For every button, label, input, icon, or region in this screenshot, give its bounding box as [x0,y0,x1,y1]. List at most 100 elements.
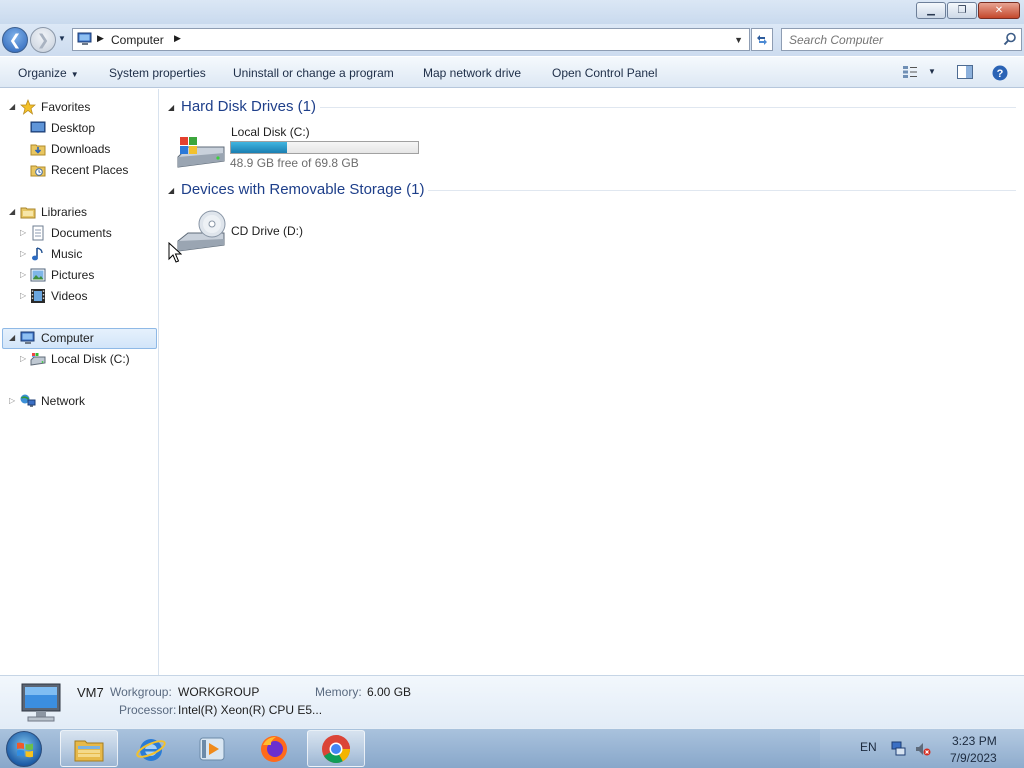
group-divider [428,190,1016,191]
language-indicator[interactable]: EN [860,740,877,754]
workgroup-value: WORKGROUP [178,685,260,699]
collapsed-arrow-icon[interactable]: ▷ [20,249,28,258]
workgroup-label: Workgroup: [110,685,172,699]
drive-item-local-disk[interactable]: Local Disk (C:) 48.9 GB free of 69.8 GB [176,125,436,173]
clock-time[interactable]: 3:23 PM [952,734,997,748]
nav-item-pictures[interactable]: ▷ Pictures [0,265,150,285]
collapsed-arrow-icon[interactable]: ▷ [9,396,17,405]
open-control-panel-button[interactable]: Open Control Panel [552,66,657,80]
nav-label-recent-places: Recent Places [51,163,129,177]
libraries-icon [20,207,36,219]
system-properties-button[interactable]: System properties [109,66,206,80]
clock-date[interactable]: 7/9/2023 [950,751,997,765]
expanded-arrow-icon[interactable]: ◢ [9,207,17,216]
collapse-arrow-icon[interactable]: ◢ [168,103,174,112]
taskbar-firefox-button[interactable] [245,730,303,767]
minimize-button[interactable]: ▁ [916,2,946,19]
change-view-icon[interactable] [902,65,918,79]
recent-pages-dropdown[interactable]: ▼ [58,34,66,43]
taskbar-chrome-button[interactable] [307,730,365,767]
nav-item-desktop[interactable]: Desktop [0,118,150,138]
uninstall-program-button[interactable]: Uninstall or change a program [233,66,394,80]
network-status-icon[interactable] [891,741,907,757]
nav-item-music[interactable]: ▷ Music [0,244,150,264]
volume-muted-icon[interactable] [915,741,931,757]
drive-name-local-disk: Local Disk (C:) [231,125,310,139]
desktop-icon [30,121,46,133]
nav-item-network[interactable]: ▷ Network [0,391,150,411]
expanded-arrow-icon[interactable]: ◢ [9,333,17,342]
nav-item-libraries[interactable]: ◢ Libraries [0,202,150,222]
computer-name: VM7 [77,685,104,700]
nav-label-computer: Computer [41,331,94,345]
preview-pane-icon[interactable] [957,65,973,79]
computer-icon [77,32,92,45]
nav-label-favorites: Favorites [41,100,91,114]
nav-item-downloads[interactable]: Downloads [0,139,150,159]
group-title-removable-storage: Devices with Removable Storage (1) [181,181,425,198]
search-box[interactable] [781,28,1022,51]
disk-usage-bar [230,141,419,154]
nav-item-videos[interactable]: ▷ Videos [0,286,150,306]
nav-item-favorites[interactable]: ◢ Favorites [0,97,150,117]
notification-area: EN 3:23 PM 7/9/2023 [820,729,1024,768]
expanded-arrow-icon[interactable]: ◢ [9,102,17,111]
memory-label: Memory: [315,685,362,699]
organize-button[interactable]: Organize ▼ [18,66,79,80]
mouse-cursor-icon [168,242,182,263]
address-history-dropdown-icon[interactable]: ▼ [734,35,743,45]
nav-label-videos: Videos [51,289,88,303]
nav-label-documents: Documents [51,226,112,240]
breadcrumb-separator-icon[interactable]: ▶ [97,33,104,44]
collapse-arrow-icon[interactable]: ◢ [168,186,174,195]
map-network-drive-button[interactable]: Map network drive [423,66,521,80]
view-options-dropdown-icon[interactable]: ▼ [928,67,936,76]
group-title-hard-disk-drives: Hard Disk Drives (1) [181,98,317,115]
collapsed-arrow-icon[interactable]: ▷ [20,291,28,300]
drive-item-cd-drive[interactable]: CD Drive (D:) [176,209,376,257]
hard-drive-icon [177,137,225,168]
close-button[interactable]: ✕ [978,2,1020,19]
nav-label-desktop: Desktop [51,121,96,135]
title-bar: ▁ ❐ ✕ [0,0,1024,24]
computer-icon [20,331,35,344]
disk-free-text: 48.9 GB free of 69.8 GB [230,156,359,170]
maximize-button[interactable]: ❐ [947,2,977,19]
collapsed-arrow-icon[interactable]: ▷ [20,228,28,237]
start-button[interactable] [6,731,42,767]
memory-value: 6.00 GB [367,685,412,699]
search-icon[interactable] [1003,32,1017,46]
collapsed-arrow-icon[interactable]: ▷ [20,354,28,363]
nav-item-computer[interactable]: ◢ Computer [0,328,156,348]
group-divider [320,107,1016,108]
videos-filmstrip-icon [31,289,45,303]
documents-icon [32,225,44,241]
nav-label-network: Network [41,394,86,408]
taskbar-explorer-button[interactable] [60,730,118,767]
collapsed-arrow-icon[interactable]: ▷ [20,270,28,279]
breadcrumb-separator-icon[interactable]: ▶ [174,33,181,44]
firefox-icon [261,735,287,762]
breadcrumb-computer[interactable]: Computer [111,33,164,47]
search-input[interactable] [789,32,999,48]
address-row: ❮ ❯ ▼ ▶ Computer ▶ ▼ [0,24,1024,56]
taskbar-internet-explorer-button[interactable] [122,730,180,767]
svg-text:?: ? [997,68,1004,80]
help-icon[interactable]: ? [992,65,1008,81]
refresh-button[interactable] [751,28,773,51]
address-bar[interactable]: ▶ Computer ▶ ▼ [72,28,750,51]
nav-label-music: Music [51,247,83,261]
navigation-pane: ◢ Favorites Desktop Downloads Recent Pla… [0,89,159,675]
taskbar: EN 3:23 PM 7/9/2023 [0,728,1024,768]
nav-item-recent-places[interactable]: Recent Places [0,160,150,180]
star-icon [20,99,36,115]
cd-drive-icon [177,210,226,252]
nav-item-local-disk[interactable]: ▷ Local Disk (C:) [0,349,150,369]
nav-label-pictures: Pictures [51,268,95,282]
recent-places-icon [30,165,46,177]
music-note-icon [32,247,43,261]
taskbar-media-player-button[interactable] [183,730,241,767]
back-button[interactable]: ❮ [2,27,28,53]
forward-button[interactable]: ❯ [30,27,56,53]
nav-item-documents[interactable]: ▷ Documents [0,223,150,243]
